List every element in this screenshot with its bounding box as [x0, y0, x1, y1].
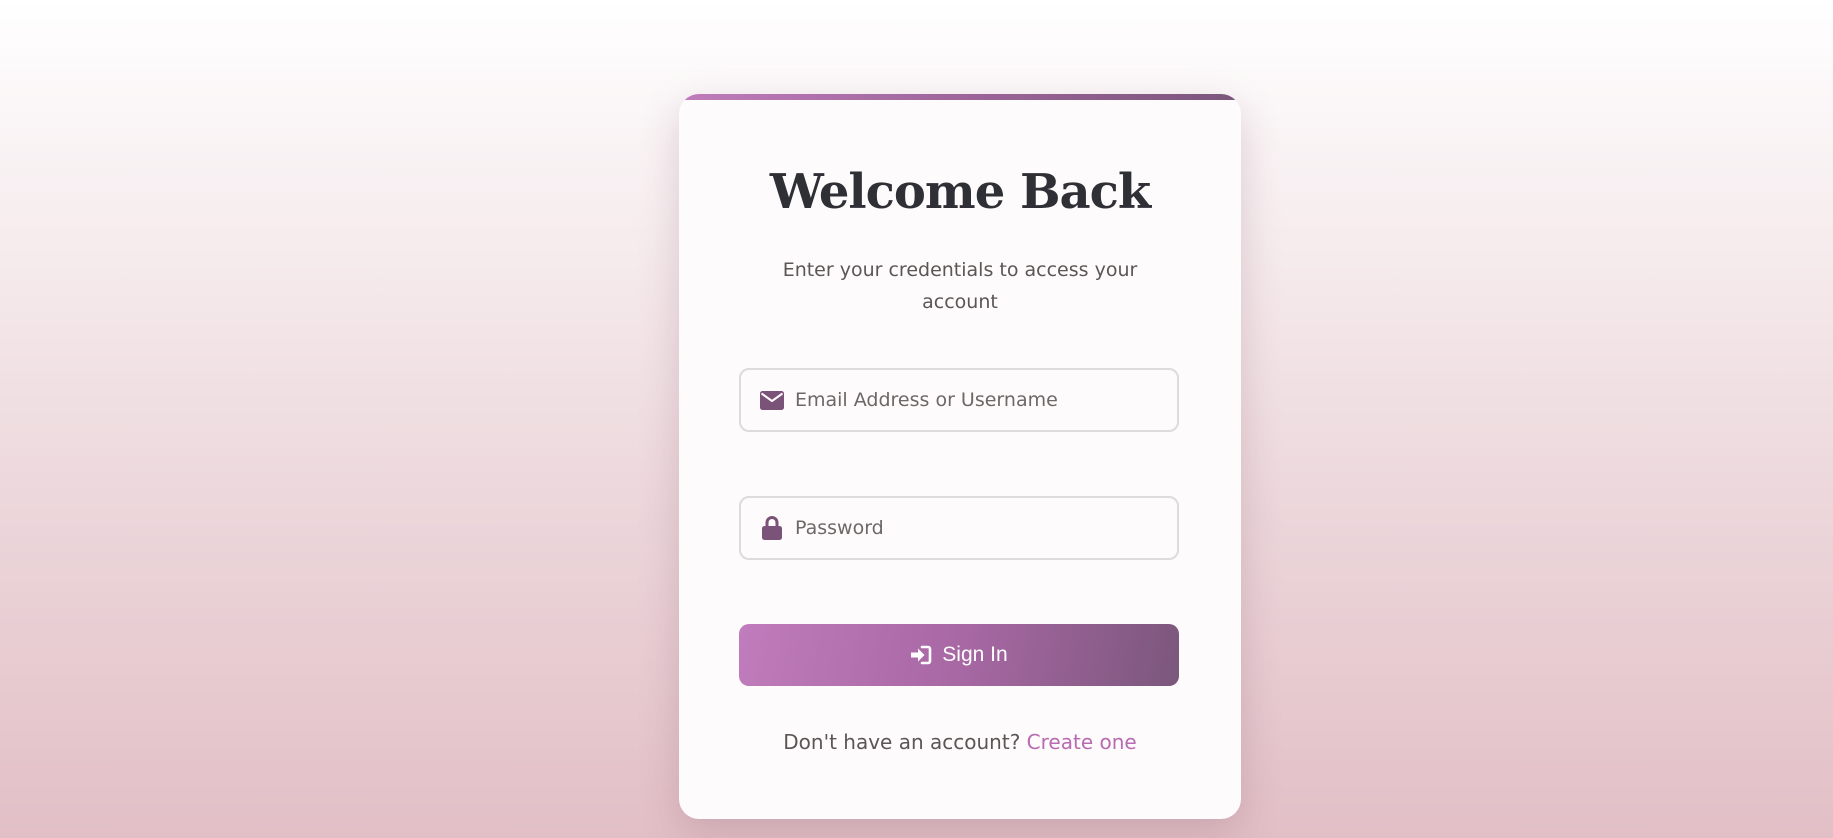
card-accent-bar	[679, 94, 1241, 100]
page-subtitle: Enter your credentials to access your ac…	[782, 259, 1138, 313]
sign-in-icon	[910, 644, 932, 666]
page-title: Welcome Back	[769, 164, 1151, 220]
create-account-link[interactable]: Create one	[1027, 730, 1137, 754]
sign-in-label: Sign In	[942, 643, 1008, 666]
password-input[interactable]	[795, 498, 1165, 558]
envelope-icon	[759, 387, 785, 413]
password-field[interactable]	[739, 496, 1179, 560]
signup-prompt: Don't have an account? Create one	[679, 730, 1241, 754]
sign-in-button[interactable]: Sign In	[739, 624, 1179, 686]
lock-icon	[759, 515, 785, 541]
login-card: Welcome Back Enter your credentials to a…	[679, 94, 1241, 819]
email-input[interactable]	[795, 370, 1165, 430]
email-field[interactable]	[739, 368, 1179, 432]
signup-prompt-text: Don't have an account?	[783, 730, 1021, 754]
